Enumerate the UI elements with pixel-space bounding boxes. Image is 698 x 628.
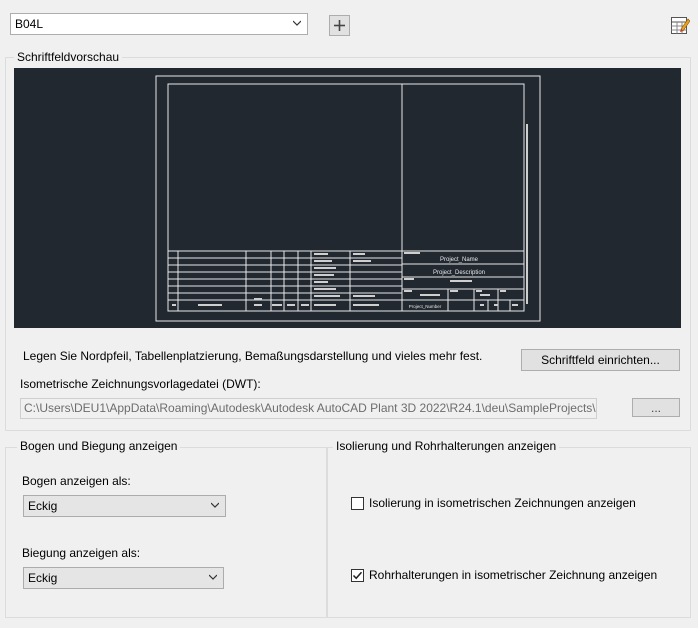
- project-name-text: Project_Name: [440, 257, 479, 263]
- insulation-group-title: Isolierung und Rohrhalterungen anzeigen: [333, 439, 560, 453]
- dwt-path-field[interactable]: C:\Users\DEU1\AppData\Roaming\Autodesk\A…: [20, 398, 597, 419]
- titleblock-drawing: Project_Name Project_Description Project…: [155, 75, 541, 322]
- project-number-text: Project_Number: [409, 304, 442, 309]
- checkmark-icon: [352, 571, 363, 580]
- edit-table-icon: [671, 17, 691, 34]
- titleblock-preview: Project_Name Project_Description Project…: [14, 68, 681, 328]
- info-text: Legen Sie Nordpfeil, Tabellenplatzierung…: [23, 349, 483, 363]
- bogen-select-value: Eckig: [28, 499, 58, 513]
- browse-button[interactable]: ...: [632, 398, 680, 417]
- bogen-select[interactable]: Eckig: [23, 495, 226, 517]
- insulation-checkbox-label: Isolierung in isometrischen Zeichnungen …: [369, 496, 636, 510]
- dwt-label: Isometrische Zeichnungsvorlagedatei (DWT…: [20, 377, 261, 391]
- dwt-path-value: C:\Users\DEU1\AppData\Roaming\Autodesk\A…: [24, 401, 597, 415]
- biegung-select[interactable]: Eckig: [23, 567, 224, 589]
- biegung-label: Biegung anzeigen als:: [22, 546, 141, 560]
- chevron-down-icon: [209, 574, 217, 580]
- preview-group-title: Schriftfeldvorschau: [14, 50, 123, 64]
- template-select[interactable]: B04L: [10, 13, 308, 35]
- plus-icon: [334, 20, 345, 31]
- project-description-text: Project_Description: [433, 270, 485, 276]
- template-select-value: B04L: [15, 17, 44, 31]
- supports-checkbox-label: Rohrhalterungen in isometrischer Zeichnu…: [369, 568, 658, 582]
- bends-group: [5, 447, 327, 618]
- biegung-select-value: Eckig: [28, 571, 58, 585]
- bends-group-title: Bogen und Biegung anzeigen: [17, 439, 181, 453]
- setup-titleblock-button[interactable]: Schriftfeld einrichten...: [521, 349, 680, 371]
- chevron-down-icon: [211, 502, 219, 508]
- edit-titleblock-button[interactable]: [670, 16, 691, 36]
- insulation-checkbox[interactable]: [351, 497, 364, 510]
- supports-checkbox[interactable]: [351, 569, 364, 582]
- chevron-down-icon: [293, 20, 301, 26]
- bogen-label: Bogen anzeigen als:: [22, 474, 131, 488]
- insulation-group: [327, 447, 691, 618]
- add-template-button[interactable]: [329, 15, 350, 36]
